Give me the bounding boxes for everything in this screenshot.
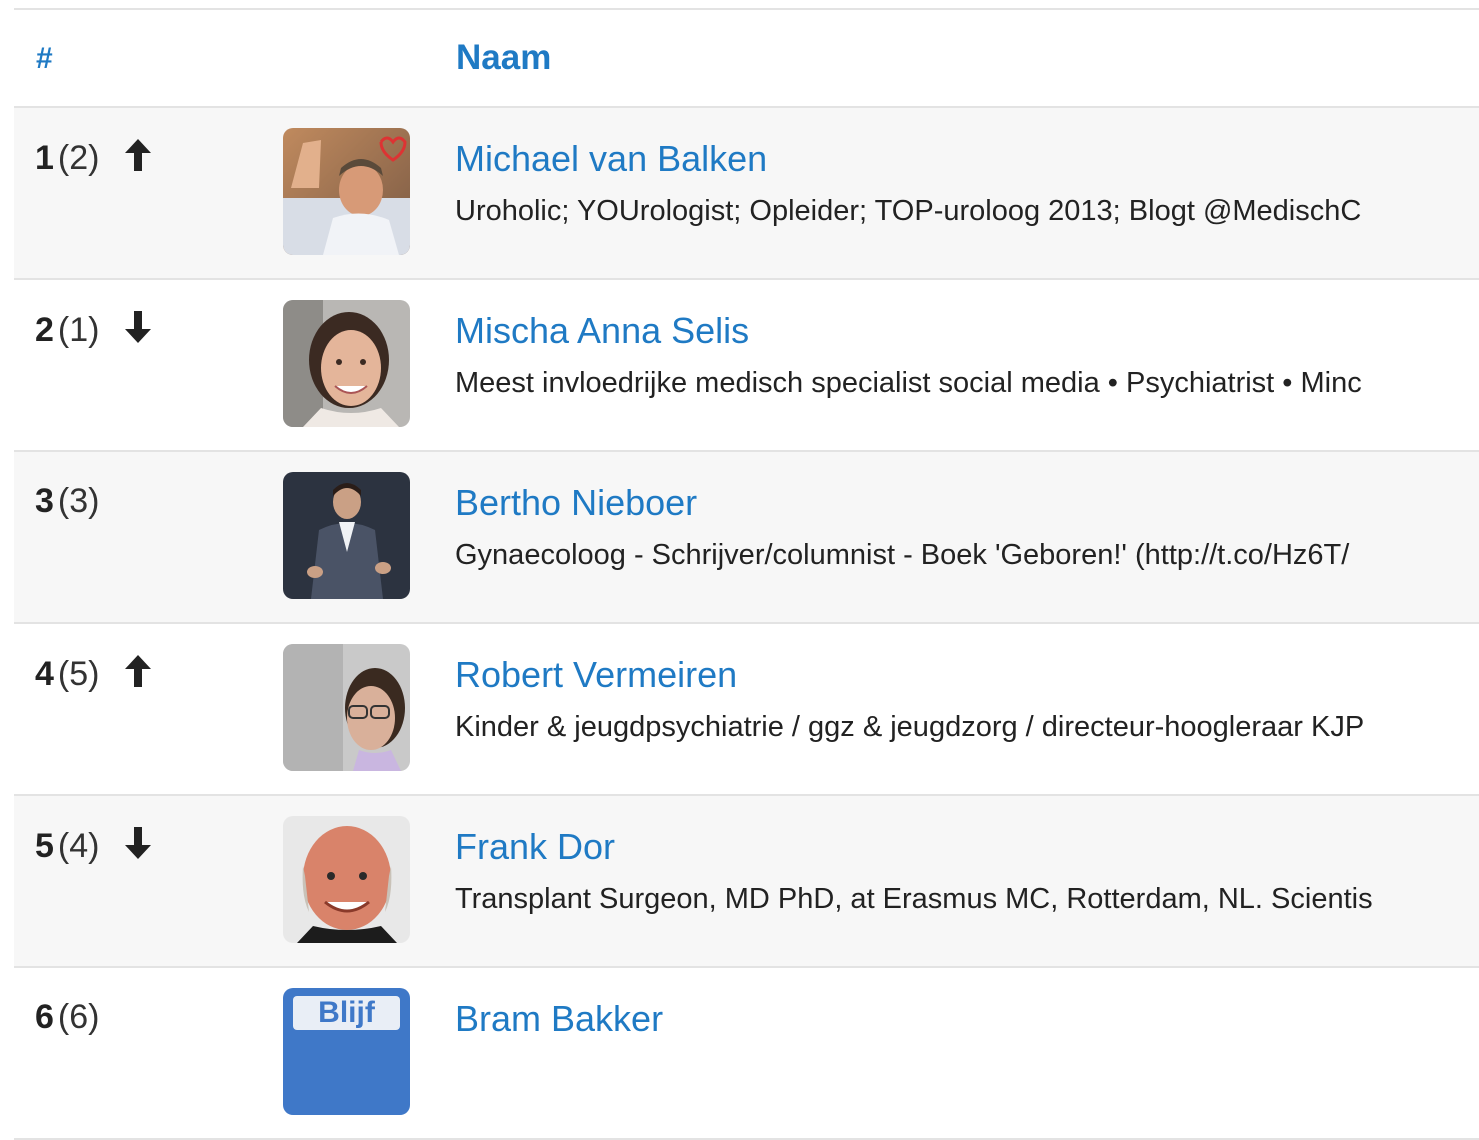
person-bio: Gynaecoloog - Schrijver/columnist - Boek… (455, 539, 1350, 571)
column-header-rank[interactable]: # (36, 42, 53, 76)
table-row: 3 (3) Bertho Nieboer Gynaecoloog - Schrij… (14, 452, 1479, 624)
table-row: 6 (6) Blijf Bram Bakker (14, 968, 1479, 1140)
table-row: 2 (1) Mischa Anna Selis Meest invloedrijk… (14, 280, 1479, 452)
ranking-table: # Naam 1 (2) Michael van Balken Uroholic;… (14, 8, 1479, 1140)
column-header-name[interactable]: Naam (456, 38, 551, 78)
previous-rank: (6) (57, 998, 100, 1036)
blijf-logo: Blijf (293, 996, 400, 1030)
person-bio: Uroholic; YOUrologist; Opleider; TOP-uro… (455, 195, 1362, 227)
person-bio: Kinder & jeugdpsychiatrie / ggz & jeugdz… (455, 711, 1365, 743)
table-header: # Naam (14, 10, 1479, 108)
rank-number: 6 (35, 998, 54, 1036)
person-bio: Meest invloedrijke medisch specialist so… (455, 367, 1362, 399)
person-bio: Transplant Surgeon, MD PhD, at Erasmus M… (455, 883, 1373, 915)
table-row: 4 (5) Robert Vermeiren Kinder & jeugdpsyc… (14, 624, 1479, 796)
avatar[interactable]: Blijf (283, 988, 410, 1115)
rank-cell: 6 (6) (35, 998, 99, 1037)
person-name-link[interactable]: Bram Bakker (455, 998, 663, 1040)
table-row: 1 (2) Michael van Balken Uroholic; YOUrol… (14, 108, 1479, 280)
table-row: 5 (4) Frank Dor Transplant Surgeon, MD Ph… (14, 796, 1479, 968)
